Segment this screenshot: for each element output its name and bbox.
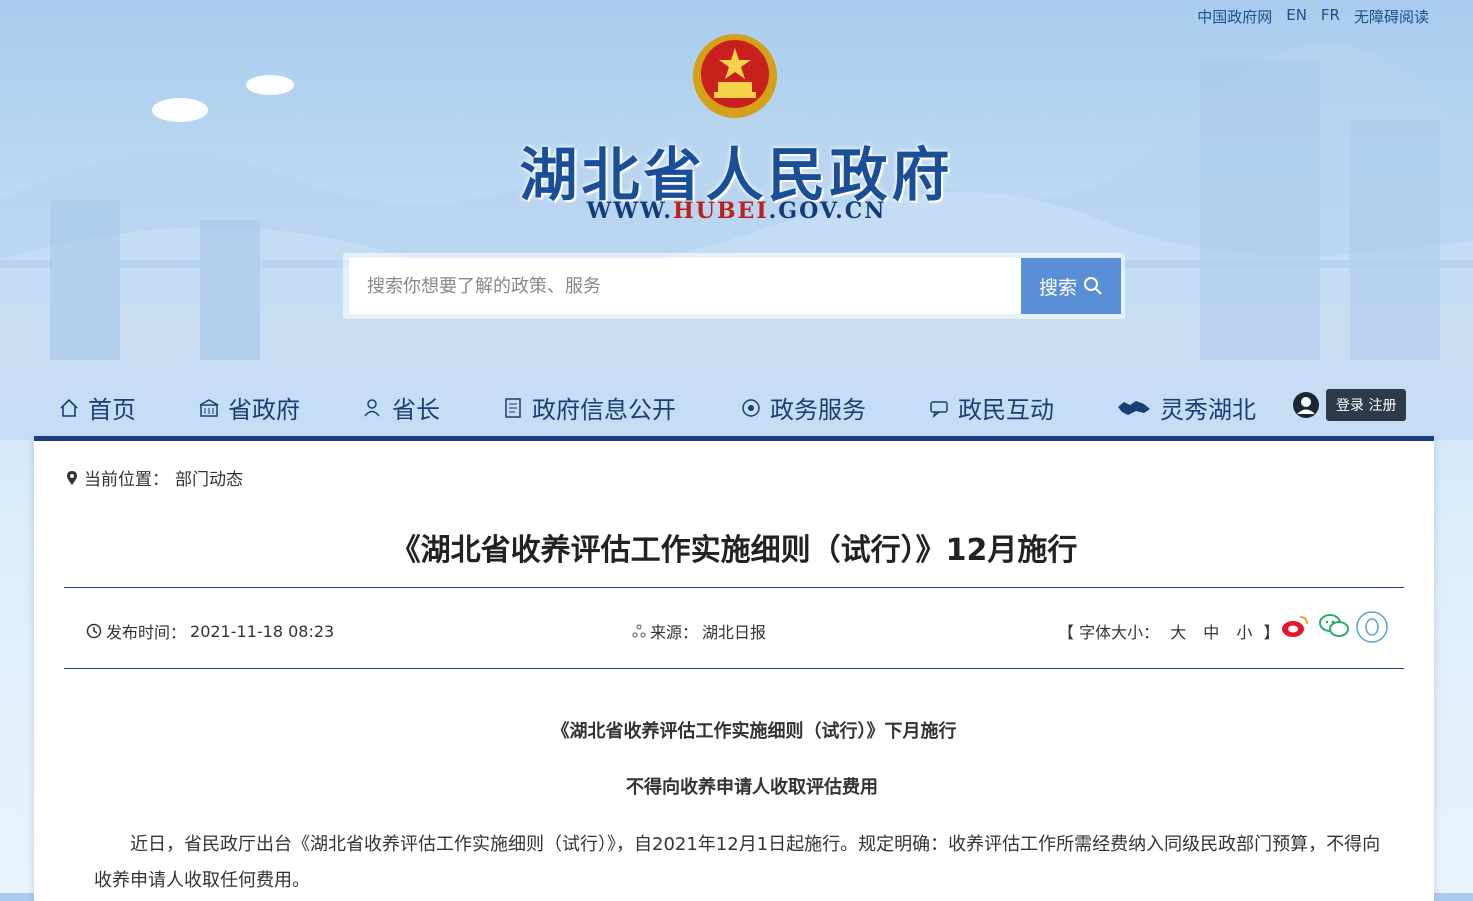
breadcrumb-label: 当前位置： — [84, 470, 169, 490]
nav-item-gov-services[interactable]: 政务服务 — [740, 390, 866, 425]
publish-time: 发布时间： 2021-11-18 08:23 — [86, 619, 334, 643]
font-size-medium[interactable]: 中 — [1203, 623, 1219, 642]
nav-item-label: 政民互动 — [958, 396, 1054, 424]
meta-divider — [64, 668, 1404, 669]
font-size-large[interactable]: 大 — [1170, 623, 1186, 642]
site-url-brand: HUBEI — [672, 198, 769, 224]
nav-item-home[interactable]: 首页 — [58, 390, 136, 425]
search-input[interactable] — [349, 258, 1021, 314]
breadcrumb-current[interactable]: 部门动态 — [175, 465, 243, 490]
nav-item-lingxiu-hubei[interactable]: 灵秀湖北 — [1116, 390, 1256, 425]
article-container: 当前位置： 部门动态 《湖北省收养评估工作实施细则（试行）》12月施行 发布时间… — [34, 441, 1434, 901]
main-nav: 首页 省政府 省长 政府信息公开 政务服务 政民互动 灵秀湖北 登录 注册 — [34, 385, 1434, 435]
document-icon — [505, 397, 521, 418]
site-url: WWW.HUBEI.GOV.CN — [0, 198, 1473, 224]
qq-icon[interactable] — [1356, 611, 1388, 643]
font-size-close: 】 — [1263, 623, 1280, 642]
nav-item-label: 政府信息公开 — [532, 396, 676, 424]
search-button[interactable]: 搜索 — [1021, 258, 1121, 314]
chat-icon — [930, 400, 948, 418]
nav-item-label: 灵秀湖北 — [1160, 396, 1256, 424]
article-title: 《湖北省收养评估工作实施细则（试行）》12月施行 — [390, 533, 1078, 568]
title-divider — [64, 587, 1404, 588]
source-value: 湖北日报 — [702, 623, 767, 642]
source-icon — [632, 624, 646, 638]
site-header: 中国政府网 EN FR 无障碍阅读 湖北省人民政府 WWW.HUBEI.GOV.… — [0, 0, 1473, 440]
site-url-suffix: .GOV.CN — [768, 198, 887, 224]
national-emblem-icon — [693, 34, 777, 118]
nav-item-governor[interactable]: 省长 — [362, 390, 440, 425]
user-area: 登录 注册 — [1292, 389, 1407, 421]
home-icon — [60, 398, 78, 417]
article-subtitle-2: 不得向收养申请人收取评估费用 — [626, 777, 878, 798]
breadcrumb: 当前位置： 部门动态 — [66, 465, 243, 490]
location-pin-icon — [67, 470, 77, 485]
font-size-control: 【 字体大小： 大 中 小 】 — [1058, 619, 1280, 643]
person-icon — [364, 398, 380, 416]
search-icon — [1084, 277, 1102, 295]
wechat-icon[interactable] — [1318, 611, 1349, 641]
search-box: 搜索 — [343, 253, 1125, 319]
nav-item-interaction[interactable]: 政民互动 — [928, 390, 1054, 425]
article-subtitle-1: 《湖北省收养评估工作实施细则（试行）》下月施行 — [551, 721, 957, 742]
publish-time-label: 发布时间： — [106, 623, 187, 642]
building-icon — [199, 398, 219, 417]
nav-item-label: 省长 — [392, 396, 440, 424]
font-size-small[interactable]: 小 — [1236, 623, 1252, 642]
nav-item-province-gov[interactable]: 省政府 — [198, 390, 300, 425]
publish-time-value: 2021-11-18 08:23 — [190, 621, 335, 641]
map-icon — [1118, 400, 1150, 415]
top-link-en[interactable]: EN — [1286, 6, 1307, 27]
top-link-accessibility[interactable]: 无障碍阅读 — [1354, 6, 1429, 27]
nav-item-info-disclosure[interactable]: 政府信息公开 — [502, 390, 676, 425]
font-size-label: 【 字体大小： — [1058, 623, 1160, 642]
weibo-icon[interactable] — [1280, 611, 1310, 641]
login-register-button[interactable]: 登录 注册 — [1326, 389, 1407, 421]
article-paragraph: 近日，省民政厅出台《湖北省收养评估工作实施细则（试行）》，自2021年12月1日… — [94, 834, 1381, 891]
nav-item-label: 省政府 — [228, 396, 300, 424]
service-icon — [742, 398, 760, 417]
top-links: 中国政府网 EN FR 无障碍阅读 — [1197, 6, 1429, 27]
user-avatar-icon[interactable] — [1292, 391, 1320, 419]
top-link-gov[interactable]: 中国政府网 — [1197, 6, 1272, 27]
article-source: 来源： 湖北日报 — [632, 619, 766, 643]
site-url-prefix: WWW. — [586, 198, 673, 224]
clock-icon — [86, 623, 102, 639]
source-label: 来源： — [650, 623, 699, 642]
nav-item-label: 政务服务 — [770, 396, 866, 424]
share-buttons — [1280, 611, 1388, 643]
top-link-fr[interactable]: FR — [1321, 6, 1340, 27]
nav-item-label: 首页 — [88, 396, 136, 424]
search-button-label: 搜索 — [1038, 276, 1077, 299]
